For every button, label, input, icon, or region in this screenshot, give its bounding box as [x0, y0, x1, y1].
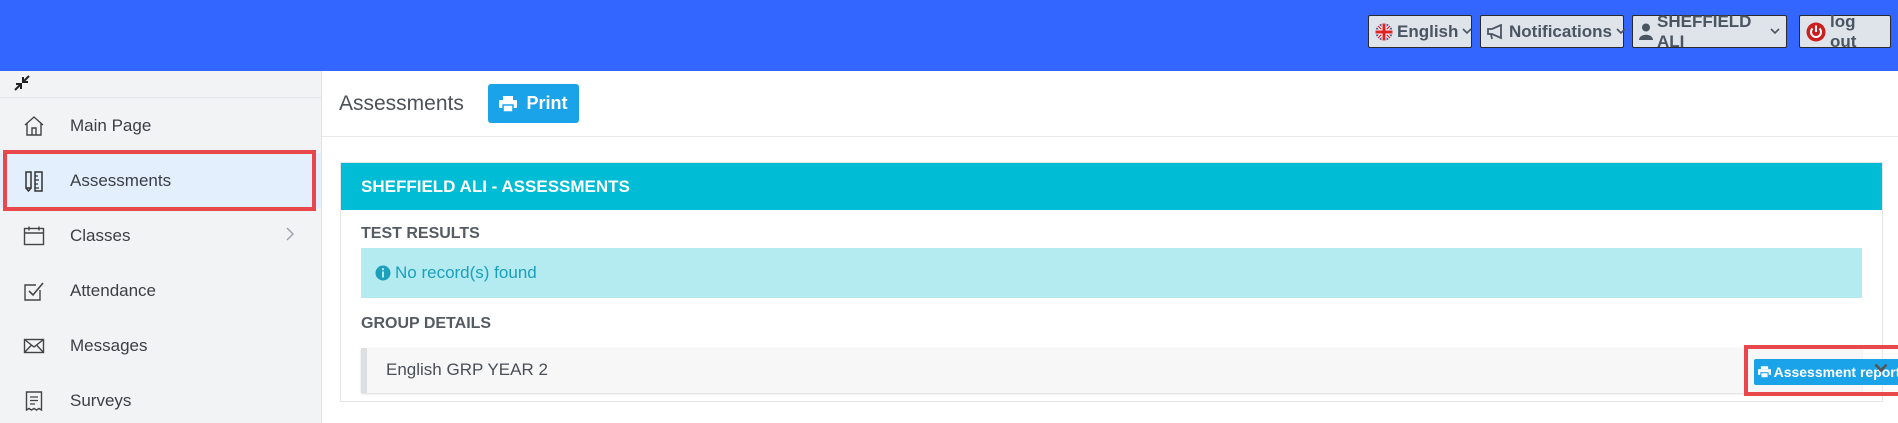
- sidebar-item-label: Messages: [70, 335, 148, 355]
- no-records-text: No record(s) found: [395, 263, 537, 282]
- page-title: Assessments: [339, 92, 464, 115]
- clipboard-icon: [25, 391, 43, 412]
- logout-button[interactable]: log out: [1799, 12, 1891, 51]
- group-name: English GRP YEAR 2: [386, 360, 548, 379]
- sidebar-item-surveys[interactable]: Surveys: [0, 373, 321, 423]
- chevron-right-icon: [286, 227, 294, 241]
- sidebar-item-label: Assessments: [70, 170, 172, 190]
- print-label: Print: [526, 93, 568, 113]
- sidebar-item-classes[interactable]: Classes: [0, 208, 321, 263]
- assessments-panel: SHEFFIELD ALI - ASSESSMENTS TEST RESULTS…: [340, 162, 1898, 402]
- sidebar-item-label: Main Page: [70, 115, 152, 135]
- no-records-alert: No record(s) found: [361, 248, 1862, 298]
- sidebar-item-attendance[interactable]: Attendance: [0, 263, 321, 318]
- printer-icon: [499, 95, 518, 112]
- sidebar: Main Page Assessments Classes Attendance: [0, 71, 322, 423]
- chevron-down-icon: [1770, 28, 1780, 35]
- sidebar-item-messages[interactable]: Messages: [0, 318, 321, 373]
- chevron-down-icon[interactable]: [1874, 363, 1888, 373]
- test-results-label: TEST RESULTS: [361, 225, 480, 242]
- sidebar-item-label: Surveys: [70, 390, 132, 410]
- power-icon: [1806, 22, 1826, 41]
- megaphone-icon: [1487, 23, 1502, 39]
- sidebar-item-label: Classes: [70, 225, 131, 245]
- language-dropdown[interactable]: English: [1368, 15, 1472, 48]
- page-header: Assessments Print: [322, 71, 1898, 137]
- user-name-label: SHEFFIELD ALI: [1657, 11, 1752, 51]
- sidebar-item-assessments[interactable]: Assessments: [0, 153, 321, 208]
- print-button[interactable]: Print: [488, 84, 579, 123]
- user-icon: [1639, 23, 1653, 40]
- uk-flag-icon: [1375, 23, 1393, 40]
- notifications-dropdown[interactable]: Notifications: [1480, 15, 1626, 48]
- notifications-label: Notifications: [1509, 21, 1612, 41]
- panel-heading: SHEFFIELD ALI - ASSESSMENTS: [341, 163, 1882, 210]
- group-details-label: GROUP DETAILS: [361, 315, 492, 332]
- calendar-icon: [23, 226, 45, 246]
- collapse-arrows-icon[interactable]: [12, 73, 32, 93]
- chevron-down-icon: [1462, 28, 1472, 35]
- chevron-down-icon: [1616, 28, 1626, 35]
- main-content: Assessments Print SHEFFIELD ALI - ASSESS…: [322, 71, 1898, 423]
- printer-icon: [1757, 366, 1771, 378]
- user-dropdown[interactable]: SHEFFIELD ALI: [1632, 12, 1787, 51]
- ruler-pencil-icon: [25, 171, 43, 192]
- sidebar-collapse-row: [0, 71, 321, 98]
- home-icon: [24, 116, 44, 136]
- sidebar-item-main-page[interactable]: Main Page: [0, 98, 321, 153]
- sidebar-item-label: Attendance: [70, 280, 157, 300]
- top-bar: English Notifications SHEFFIELD ALI log …: [0, 0, 1898, 71]
- group-row[interactable]: English GRP YEAR 2 Assessment report: [361, 345, 1898, 396]
- info-icon: [375, 265, 391, 281]
- logout-label: log out: [1830, 11, 1857, 51]
- checkbox-icon: [24, 282, 44, 301]
- language-label: English: [1397, 21, 1459, 41]
- envelope-icon: [23, 338, 45, 354]
